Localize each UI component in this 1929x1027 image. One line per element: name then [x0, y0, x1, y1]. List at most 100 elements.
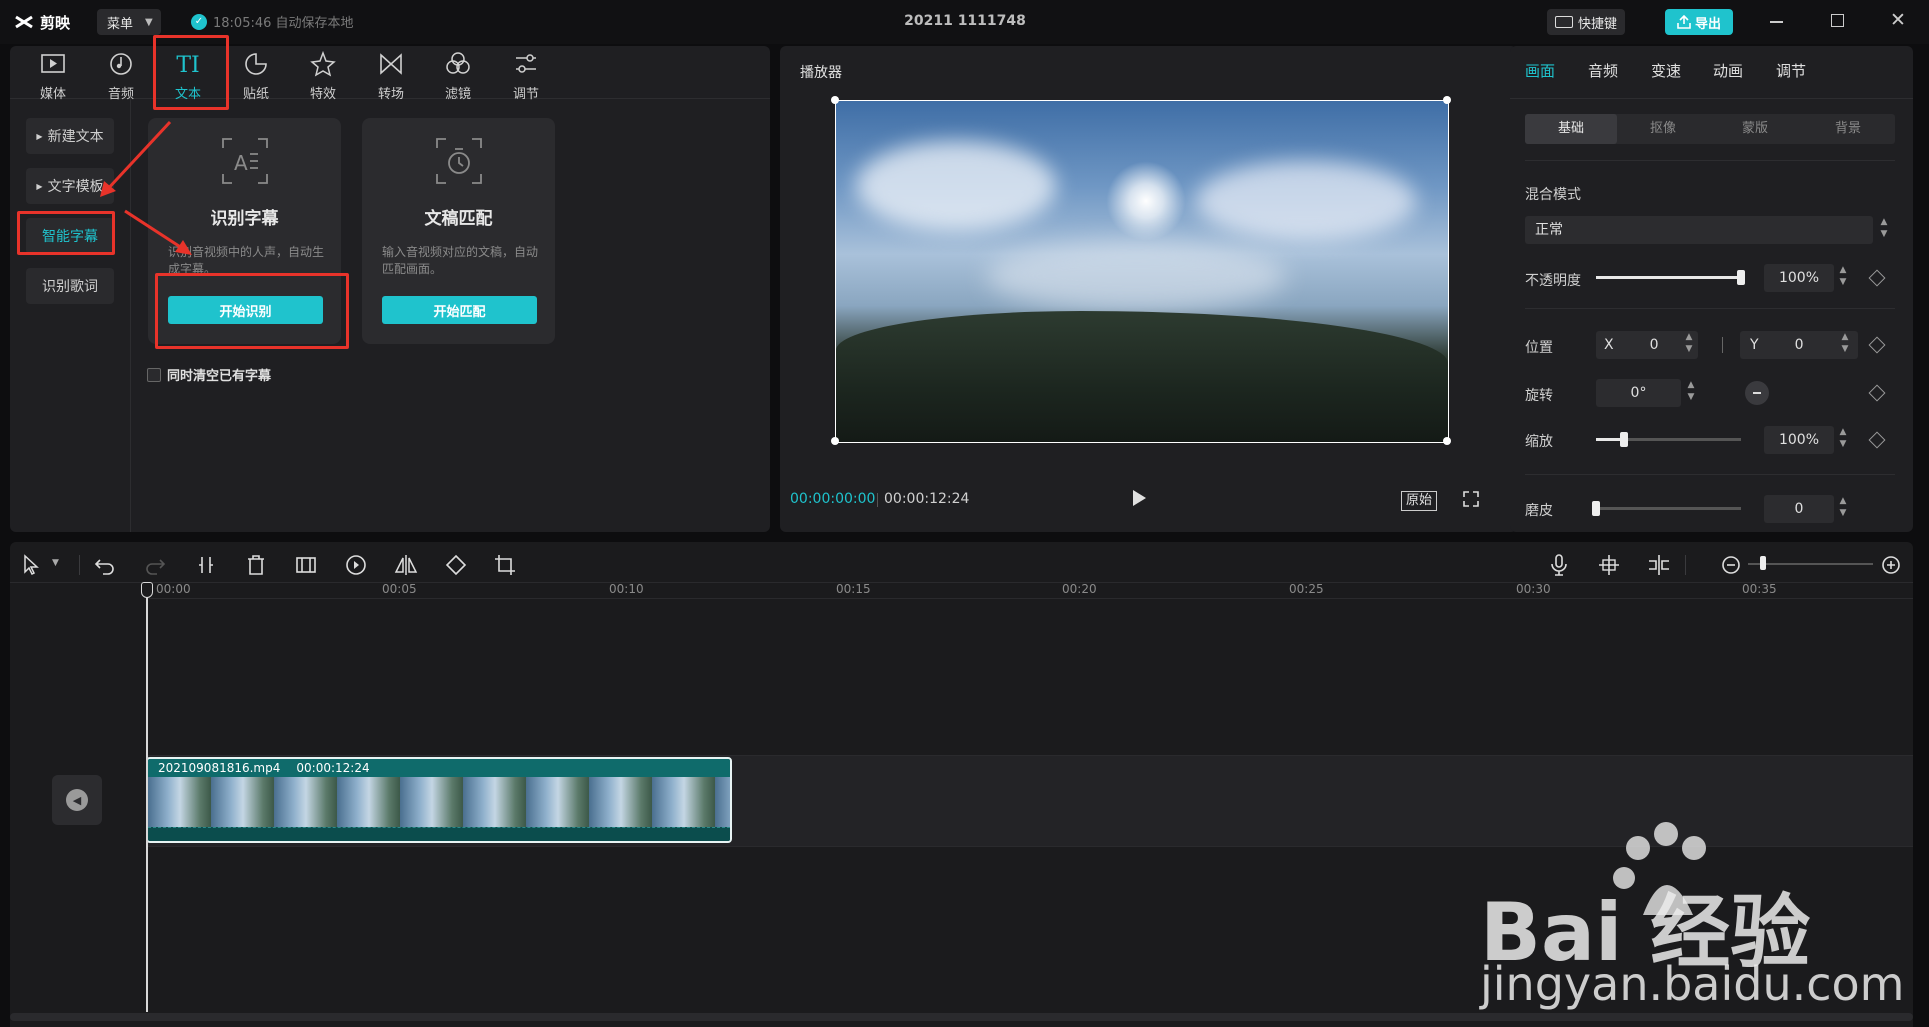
- video-preview[interactable]: [835, 100, 1449, 443]
- cloud: [1196, 161, 1416, 241]
- chevron-down-icon[interactable]: ▼: [52, 558, 59, 568]
- opacity-slider[interactable]: [1596, 276, 1741, 279]
- subtab-background[interactable]: 背景: [1801, 114, 1895, 144]
- tab-sticker[interactable]: 贴纸: [226, 47, 286, 109]
- player-title: 播放器: [800, 65, 842, 81]
- minimize-icon[interactable]: [1770, 21, 1783, 23]
- baidu-jingyan-watermark: Bai 经验 jingyan.baidu.com: [1480, 820, 1905, 1020]
- zoom-slider-handle[interactable]: [1760, 556, 1766, 570]
- divider: [1525, 160, 1895, 161]
- select-cursor-icon[interactable]: [18, 552, 44, 578]
- fullscreen-icon[interactable]: [1463, 491, 1479, 507]
- video-clip[interactable]: 202109081816.mp4 00:00:12:24: [146, 757, 732, 843]
- playhead-handle[interactable]: [141, 582, 153, 598]
- prop-tab-canvas[interactable]: 画面: [1525, 60, 1555, 81]
- media-icon: [41, 54, 65, 73]
- stepper-icon[interactable]: ▲ ▼: [1682, 331, 1696, 359]
- opacity-value[interactable]: 100%: [1764, 264, 1834, 292]
- rotation-value[interactable]: 0°: [1596, 379, 1681, 407]
- microphone-icon[interactable]: [1546, 552, 1572, 578]
- sidebar-item-label: 识别歌词: [42, 279, 98, 295]
- subtab-cutout[interactable]: 抠像: [1617, 114, 1709, 144]
- x-value: 0: [1649, 337, 1659, 353]
- time-separator: [877, 493, 878, 507]
- playhead[interactable]: [146, 582, 148, 1012]
- stepper-icon[interactable]: ▲ ▼: [1836, 264, 1850, 292]
- rotation-dial-icon[interactable]: [1745, 381, 1769, 405]
- tab-adjust[interactable]: 调节: [496, 47, 556, 109]
- smooth-value[interactable]: 0: [1764, 495, 1834, 523]
- scale-slider-handle[interactable]: [1620, 432, 1628, 447]
- y-value: 0: [1794, 337, 1804, 353]
- stepper-icon[interactable]: ▲ ▼: [1836, 426, 1850, 454]
- smooth-slider-handle[interactable]: [1592, 501, 1600, 516]
- crop-handle-tr[interactable]: [1443, 96, 1451, 104]
- export-button[interactable]: 导出: [1665, 9, 1733, 35]
- rotation-label: 旋转: [1525, 388, 1553, 404]
- undo-icon[interactable]: [92, 552, 118, 578]
- reverse-play-icon[interactable]: [343, 552, 369, 578]
- delete-icon[interactable]: [243, 552, 269, 578]
- snap-icon[interactable]: [1596, 552, 1622, 578]
- tab-effects[interactable]: 特效: [293, 47, 353, 109]
- tab-filter[interactable]: 滤镜: [428, 47, 488, 109]
- sidebar-item-text-template[interactable]: ▶ 文字模板: [26, 168, 114, 204]
- stepper-icon[interactable]: ▲ ▼: [1838, 331, 1852, 359]
- crop-handle-bl[interactable]: [831, 437, 839, 445]
- cloud: [856, 141, 1056, 231]
- ruler-tick: 00:00: [156, 582, 191, 596]
- close-icon[interactable]: ✕: [1890, 9, 1906, 31]
- select-arrows-icon[interactable]: ▲ ▼: [1877, 216, 1891, 244]
- stepper-icon[interactable]: ▲ ▼: [1684, 379, 1698, 407]
- split-icon[interactable]: [193, 552, 219, 578]
- stepper-icon[interactable]: ▲ ▼: [1836, 495, 1850, 523]
- start-match-button[interactable]: 开始匹配: [382, 296, 537, 324]
- chevron-down-icon: ▼: [145, 16, 153, 28]
- ratio-button[interactable]: 原始: [1401, 491, 1438, 511]
- tab-media-label: 媒体: [39, 87, 66, 102]
- prop-tab-speed[interactable]: 变速: [1651, 60, 1681, 81]
- link-icon[interactable]: [1646, 552, 1672, 578]
- tab-transition[interactable]: 转场: [361, 47, 421, 109]
- clear-subtitles-checkbox[interactable]: 同时清空已有字幕: [147, 365, 271, 384]
- crop-icon[interactable]: [492, 552, 518, 578]
- current-time: 00:00:00:00: [790, 491, 876, 507]
- subtab-basic[interactable]: 基础: [1525, 114, 1617, 144]
- track-mute-button[interactable]: ◀: [52, 775, 102, 825]
- menu-label: 菜单: [107, 16, 134, 32]
- prop-tab-animation[interactable]: 动画: [1713, 60, 1743, 81]
- scale-slider[interactable]: [1596, 438, 1741, 441]
- smooth-slider[interactable]: [1596, 507, 1741, 510]
- blend-mode-select[interactable]: 正常: [1525, 216, 1873, 244]
- shortcut-button[interactable]: 快捷键: [1547, 9, 1625, 35]
- restore-icon[interactable]: [1831, 14, 1844, 27]
- sidebar-item-new-text[interactable]: ▶ 新建文本: [26, 118, 114, 154]
- redo-icon: [146, 559, 166, 575]
- zoom-in-icon[interactable]: [1878, 552, 1904, 578]
- prop-tab-audio[interactable]: 音频: [1588, 60, 1618, 81]
- ruler-tick: 00:20: [1062, 582, 1097, 596]
- xy-separator: [1722, 337, 1723, 353]
- zoom-slider[interactable]: [1748, 563, 1873, 565]
- tab-media[interactable]: 媒体: [23, 47, 83, 109]
- rotate-icon[interactable]: [443, 552, 469, 578]
- crop-handle-tl[interactable]: [831, 96, 839, 104]
- menu-dropdown[interactable]: 菜单 ▼: [97, 9, 161, 35]
- sidebar-item-lyrics[interactable]: 识别歌词: [26, 268, 114, 304]
- crop-handle-br[interactable]: [1443, 437, 1451, 445]
- zoom-out-icon[interactable]: [1718, 552, 1744, 578]
- export-icon: [1677, 15, 1691, 29]
- subtab-mask[interactable]: 蒙版: [1709, 114, 1801, 144]
- watermark-url: jingyan.baidu.com: [1480, 957, 1905, 1011]
- opacity-slider-handle[interactable]: [1737, 270, 1745, 285]
- prop-tab-adjust[interactable]: 调节: [1776, 60, 1806, 81]
- effects-icon: [310, 50, 336, 77]
- mirror-icon[interactable]: [393, 552, 419, 578]
- freeze-frame-icon[interactable]: [293, 552, 319, 578]
- keyboard-icon: [1554, 16, 1573, 28]
- play-icon[interactable]: [1133, 490, 1146, 506]
- scale-value[interactable]: 100%: [1764, 426, 1834, 454]
- tab-audio[interactable]: 音频: [91, 47, 151, 109]
- sidebar-item-label: 文字模板: [47, 179, 104, 195]
- annotation-highlight-start-button: [155, 273, 349, 349]
